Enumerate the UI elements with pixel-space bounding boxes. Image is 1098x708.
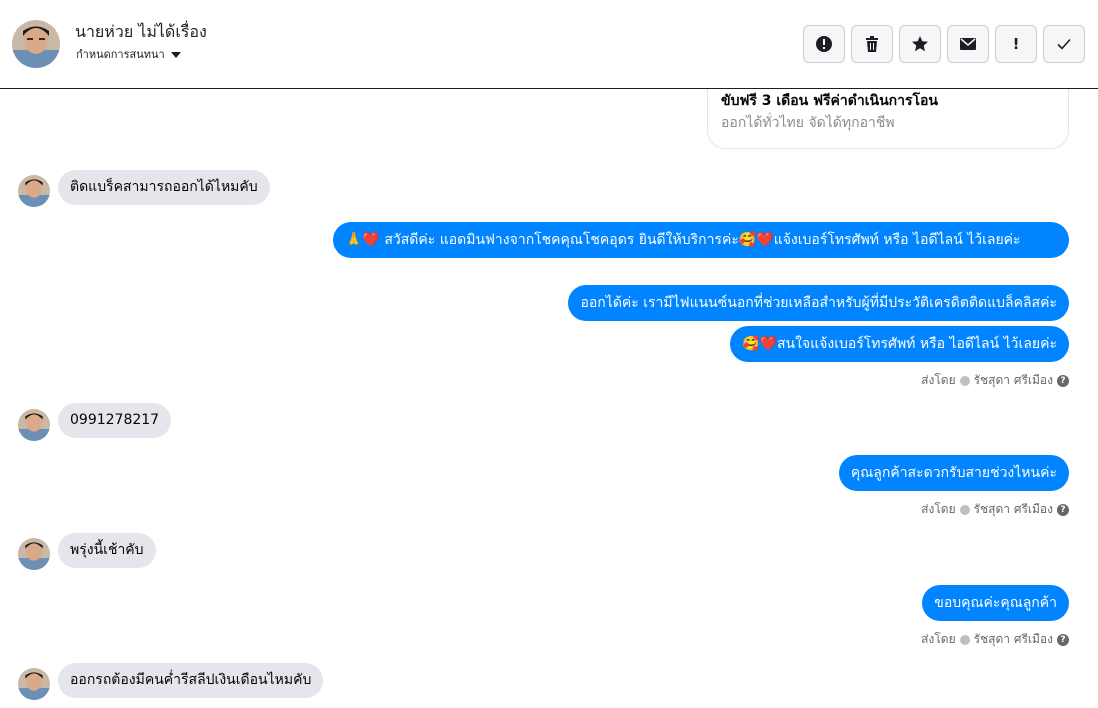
sent-by-agent: รัชสุดา ศรีเมือง <box>973 373 1053 387</box>
sent-by-label: ส่งโดย รัชสุดา ศรีเมือง ? <box>921 371 1069 390</box>
conversation-schedule-dropdown[interactable]: กำหนดการสนทนา <box>76 45 181 63</box>
conversation-header: นายห่วย ไม่ได้เรื่อง กำหนดการสนทนา ! <box>0 0 1098 89</box>
trash-icon <box>866 36 878 52</box>
help-icon[interactable]: ? <box>1057 503 1069 516</box>
message-thread[interactable]: ขับฟรี 3 เดือน ฟรีค่าดำเนินการโอน ออกได้… <box>0 89 1098 708</box>
star-button[interactable] <box>899 25 941 63</box>
exclamation-icon: ! <box>1012 35 1020 53</box>
contact-name: นายห่วย ไม่ได้เรื่อง <box>75 22 207 41</box>
contact-avatar-small[interactable] <box>18 538 50 570</box>
sent-by-agent: รัชสุดา ศรีเมือง <box>973 632 1053 646</box>
sent-by-label: ส่งโดย รัชสุดา ศรีเมือง ? <box>921 500 1069 519</box>
sent-by-prefix: ส่งโดย <box>921 632 956 646</box>
contact-avatar-small[interactable] <box>18 175 50 207</box>
caret-down-icon <box>170 51 181 58</box>
outgoing-message: คุณลูกค้าสะดวกรับสายช่วงไหนค่ะ <box>838 455 1069 491</box>
done-button[interactable] <box>1043 25 1085 63</box>
sent-by-agent: รัชสุดา ศรีเมือง <box>973 502 1053 516</box>
outgoing-message: 🙏❤️ สวัสดีค่ะ แอดมินฟางจากโชคคุณโชคอุดร … <box>333 222 1069 258</box>
envelope-icon <box>960 38 976 50</box>
incoming-message: 0991278217 <box>58 403 172 438</box>
help-icon[interactable]: ? <box>1057 374 1069 387</box>
ad-card-subtitle: ออกได้ทั่วไทย จัดได้ทุกอาชีพ <box>721 115 895 131</box>
incoming-message: ติดแบร็คสามารถออกได้ไหมคับ <box>58 170 270 205</box>
header-actions: ! <box>803 25 1085 63</box>
mark-unread-button[interactable] <box>947 25 989 63</box>
ad-card-title: ขับฟรี 3 เดือน ฟรีค่าดำเนินการโอน <box>721 93 938 109</box>
sent-by-label: ส่งโดย รัชสุดา ศรีเมือง ? <box>921 630 1069 649</box>
contact-avatar[interactable] <box>12 20 60 68</box>
agent-status-icon <box>959 504 970 515</box>
outgoing-message: ออกได้ค่ะ เรามีไฟแนนซ์นอกที่ช่วยเหลือสำห… <box>568 285 1069 321</box>
incoming-message: พรุ่งนี้เช้าคับ <box>58 533 156 568</box>
outgoing-message: ขอบคุณค่ะคุณลูกค้า <box>922 585 1069 621</box>
sent-by-prefix: ส่งโดย <box>921 373 956 387</box>
help-icon[interactable]: ? <box>1057 633 1069 646</box>
alert-circle-icon <box>816 36 832 52</box>
report-button[interactable] <box>803 25 845 63</box>
agent-status-icon <box>959 634 970 645</box>
agent-status-icon <box>959 375 970 386</box>
sent-by-prefix: ส่งโดย <box>921 502 956 516</box>
flag-button[interactable]: ! <box>995 25 1037 63</box>
incoming-message: ออกรถต้องมีคนค่ำรีสลีปเงินเดือนไหมคับ <box>58 663 324 698</box>
contact-avatar-small[interactable] <box>18 668 50 700</box>
conversation-schedule-label: กำหนดการสนทนา <box>76 48 165 61</box>
outgoing-message: 🥰❤️สนใจแจ้งเบอร์โทรศัพท์ หรือ ไอดีไลน์ ไ… <box>730 326 1069 362</box>
delete-button[interactable] <box>851 25 893 63</box>
star-icon <box>912 36 928 52</box>
contact-avatar-small[interactable] <box>18 409 50 441</box>
ad-card[interactable]: ขับฟรี 3 เดือน ฟรีค่าดำเนินการโอน ออกได้… <box>707 89 1069 149</box>
checkmark-icon <box>1057 38 1071 50</box>
